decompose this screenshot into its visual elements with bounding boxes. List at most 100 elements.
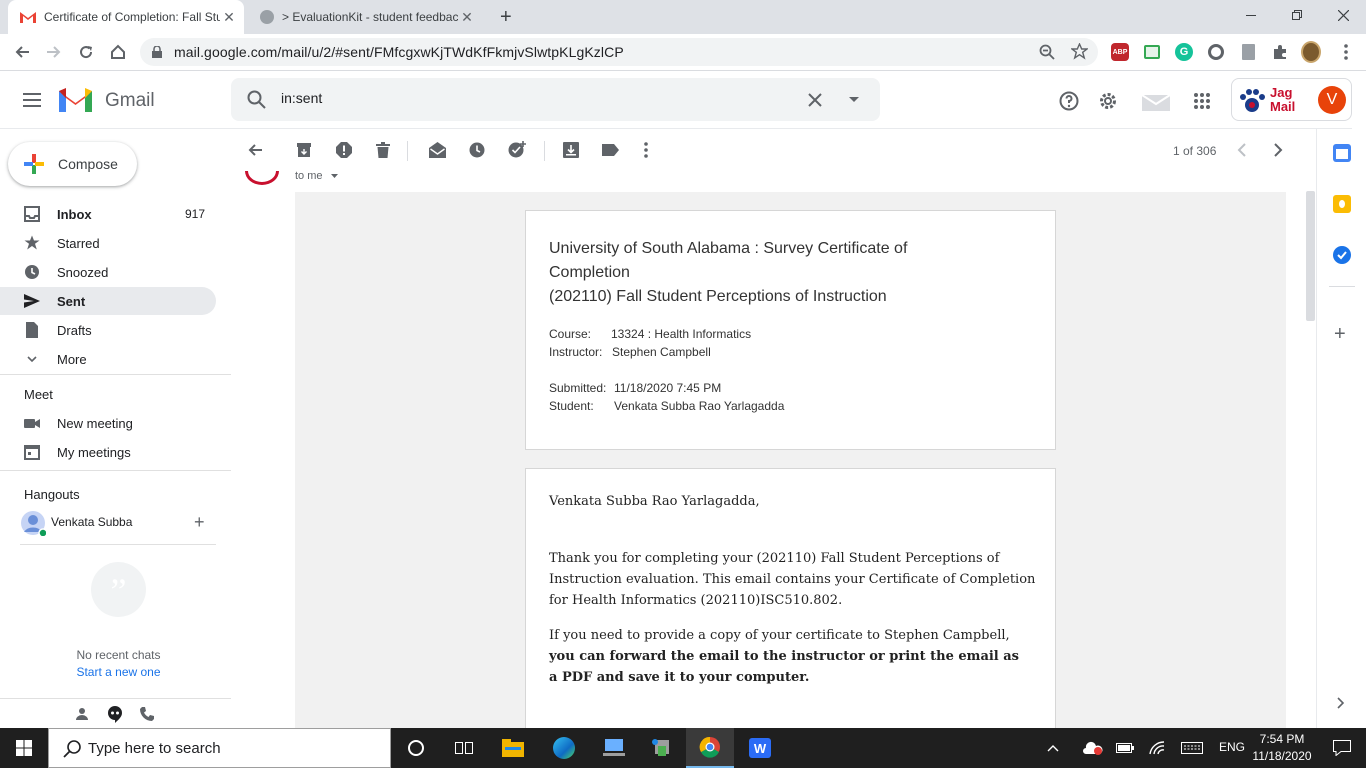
tab-certificate[interactable]: Certificate of Completion: Fall Stu ✕	[8, 0, 244, 34]
search-options-icon[interactable]	[849, 97, 859, 102]
wps-writer-icon[interactable]: W	[736, 728, 784, 768]
grammarly-extension-icon[interactable]: G	[1174, 42, 1194, 62]
delete-trash-icon[interactable]	[374, 141, 392, 159]
send-icon	[24, 293, 40, 309]
offline-mail-icon[interactable]	[1141, 90, 1171, 112]
archive-icon[interactable]	[295, 141, 313, 159]
submitted-value: 11/18/2020 7:45 PM	[614, 381, 722, 395]
settings-gear-icon[interactable]	[1097, 90, 1119, 112]
mark-unread-icon[interactable]	[428, 141, 446, 159]
search-bar[interactable]	[231, 78, 880, 121]
sidebar-item-inbox[interactable]: Inbox 917	[0, 200, 216, 228]
reload-icon[interactable]	[76, 42, 96, 62]
zoom-icon[interactable]	[1039, 44, 1055, 60]
snooze-clock-icon[interactable]	[468, 141, 486, 159]
google-calendar-icon[interactable]	[1333, 144, 1351, 162]
battery-icon[interactable]	[1110, 728, 1140, 768]
video-extension-icon[interactable]	[1206, 42, 1226, 62]
newer-chevron-left-icon[interactable]	[1233, 141, 1251, 159]
sender-avatar[interactable]	[245, 171, 279, 185]
apps-grid-icon[interactable]	[1191, 90, 1213, 112]
start-new-chat-link[interactable]: Start a new one	[0, 665, 237, 679]
clear-search-icon[interactable]	[808, 93, 822, 107]
search-icon[interactable]	[247, 90, 266, 109]
clock[interactable]: 7:54 PM 11/18/2020	[1246, 731, 1318, 765]
wifi-icon[interactable]	[1142, 728, 1172, 768]
expand-panel-chevron-icon[interactable]	[1337, 697, 1345, 709]
checklist-extension-icon[interactable]	[1142, 42, 1162, 62]
touch-keyboard-icon[interactable]	[1176, 728, 1208, 768]
chrome-taskbar-icon[interactable]	[686, 728, 734, 768]
google-keep-icon[interactable]	[1333, 195, 1351, 213]
snipping-tool-icon[interactable]	[638, 728, 686, 768]
compose-button[interactable]: Compose	[8, 142, 137, 186]
certificate-title-line: (202110) Fall Student Perceptions of Ins…	[549, 288, 887, 305]
phone-icon[interactable]	[140, 707, 154, 721]
abp-extension-icon[interactable]: ABP	[1110, 42, 1130, 62]
gmail-logo-icon[interactable]	[59, 88, 92, 112]
extensions-puzzle-icon[interactable]	[1270, 42, 1290, 62]
document-extension-icon[interactable]	[1238, 42, 1258, 62]
scrollbar-thumb[interactable]	[1306, 191, 1315, 321]
hangouts-chat-icon[interactable]	[107, 706, 123, 723]
new-tab-plus-icon[interactable]: +	[500, 7, 518, 27]
account-switcher[interactable]: Jag Mail V	[1231, 78, 1352, 121]
move-to-icon[interactable]	[562, 141, 580, 159]
label-tag-icon[interactable]	[601, 141, 619, 159]
report-spam-icon[interactable]	[335, 141, 353, 159]
edge-browser-icon[interactable]	[540, 728, 588, 768]
tab-title: Certificate of Completion: Fall Stu	[44, 10, 220, 24]
profile-avatar-icon[interactable]	[1301, 41, 1321, 63]
sidebar-item-drafts[interactable]: Drafts	[0, 316, 216, 344]
minimize-icon[interactable]	[1228, 0, 1274, 30]
file-explorer-icon[interactable]	[489, 728, 537, 768]
sidebar-item-my-meetings[interactable]: My meetings	[0, 438, 216, 466]
sidebar-item-snoozed[interactable]: Snoozed	[0, 258, 216, 286]
notification-center-icon[interactable]	[1318, 728, 1366, 768]
forward-icon[interactable]	[44, 42, 64, 62]
content-scrollbar[interactable]	[1303, 171, 1316, 728]
sidebar-item-more[interactable]: More	[0, 345, 216, 373]
older-chevron-right-icon[interactable]	[1269, 141, 1287, 159]
paragraph-line-bold: a PDF and save it to your computer.	[549, 670, 810, 685]
cortana-circle-icon[interactable]	[392, 728, 440, 768]
google-tasks-icon[interactable]	[1333, 246, 1351, 264]
computer-app-icon[interactable]	[590, 728, 638, 768]
account-avatar[interactable]: V	[1318, 86, 1346, 114]
browser-menu-icon[interactable]	[1336, 42, 1356, 62]
tab-close-icon[interactable]: ✕	[220, 8, 238, 26]
back-to-list-icon[interactable]	[246, 141, 264, 159]
help-icon[interactable]	[1058, 90, 1080, 112]
jagmail-text-bottom: Mail	[1270, 99, 1296, 114]
more-options-icon[interactable]	[637, 141, 655, 159]
recipient-details-chevron-icon[interactable]	[330, 174, 338, 179]
taskbar-search-box[interactable]: Type here to search	[48, 728, 391, 768]
sidebar-item-sent[interactable]: Sent	[0, 287, 216, 315]
close-window-icon[interactable]	[1320, 0, 1366, 30]
address-bar[interactable]: mail.google.com/mail/u/2/#sent/FMfcgxwKj…	[140, 38, 1098, 66]
recipient-to-me[interactable]: to me	[295, 171, 338, 182]
restore-icon[interactable]	[1274, 0, 1320, 30]
task-view-icon[interactable]	[440, 728, 488, 768]
back-icon[interactable]	[12, 42, 32, 62]
hangouts-user-name[interactable]: Venkata Subba	[51, 515, 132, 529]
sidebar-item-new-meeting[interactable]: New meeting	[0, 409, 216, 437]
add-hangout-plus-icon[interactable]: +	[194, 513, 205, 531]
home-icon[interactable]	[108, 42, 128, 62]
sidebar-item-starred[interactable]: Starred	[0, 229, 216, 257]
tab-evaluationkit[interactable]: > EvaluationKit - student feedbac ✕	[248, 0, 484, 34]
get-addons-plus-icon[interactable]: +	[1334, 324, 1346, 344]
contacts-person-icon[interactable]	[75, 707, 89, 721]
add-to-tasks-icon[interactable]	[508, 141, 526, 159]
bookmark-star-icon[interactable]	[1071, 43, 1088, 60]
jagmail-text-top: Jag	[1270, 85, 1293, 100]
windows-start-icon[interactable]	[0, 728, 48, 768]
hangouts-user-avatar[interactable]	[20, 510, 46, 536]
certificate-card: University of South Alabama : Survey Cer…	[525, 210, 1056, 450]
show-hidden-icons-chevron-icon[interactable]	[1038, 728, 1068, 768]
onedrive-error-icon[interactable]	[1078, 728, 1108, 768]
main-menu-icon[interactable]	[23, 93, 41, 107]
search-input[interactable]	[281, 90, 681, 106]
input-language-text[interactable]: ENG	[1219, 740, 1245, 754]
tab-close-icon[interactable]: ✕	[458, 8, 476, 26]
